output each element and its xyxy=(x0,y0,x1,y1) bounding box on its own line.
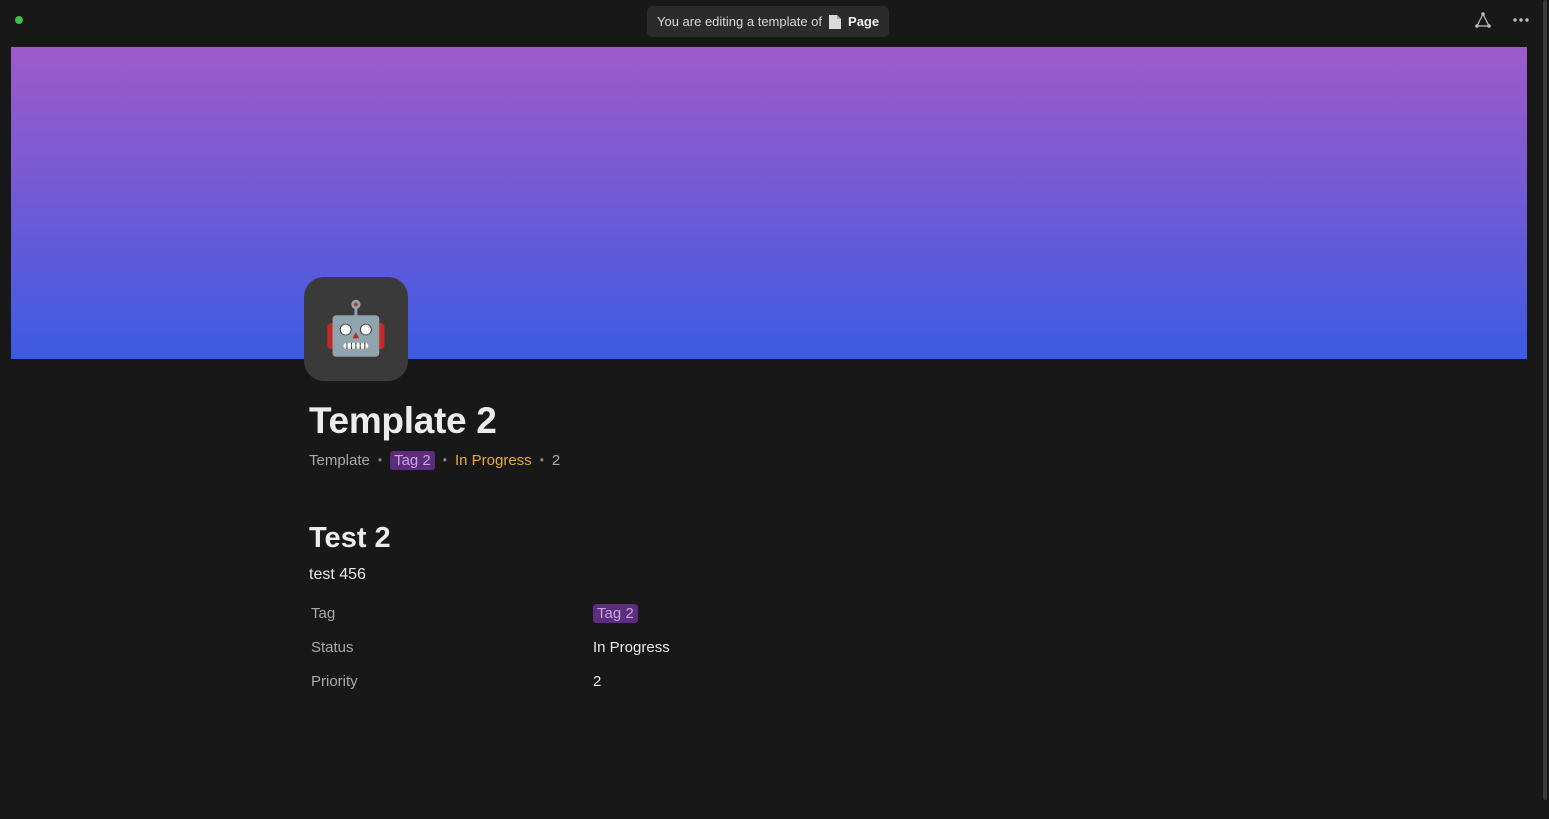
page-title[interactable]: Template 2 xyxy=(309,400,497,442)
body-text[interactable]: test 456 xyxy=(309,566,366,584)
top-bar: You are editing a template of Page xyxy=(0,0,1549,42)
document-icon xyxy=(828,14,842,30)
meta-tag-badge[interactable]: Tag 2 xyxy=(390,450,435,470)
property-tag-badge[interactable]: Tag 2 xyxy=(593,603,638,623)
page-meta-row: Template • Tag 2 • In Progress • 2 xyxy=(309,450,560,470)
property-key: Priority xyxy=(311,672,358,690)
meta-status[interactable]: In Progress xyxy=(455,452,532,469)
property-key: Status xyxy=(311,638,354,656)
meta-separator: • xyxy=(377,453,383,467)
template-banner: You are editing a template of Page xyxy=(647,6,890,37)
sync-status-dot xyxy=(15,16,23,24)
banner-prefix: You are editing a template of xyxy=(657,14,823,29)
cover-image[interactable] xyxy=(11,47,1527,359)
meta-type[interactable]: Template xyxy=(309,452,370,469)
meta-separator: • xyxy=(442,453,447,467)
page-emoji-icon[interactable]: 🤖 xyxy=(304,277,408,381)
property-key: Tag xyxy=(311,604,336,622)
meta-priority[interactable]: 2 xyxy=(552,452,560,469)
property-row-priority: Priority 2 xyxy=(311,664,911,698)
robot-icon: 🤖 xyxy=(323,300,389,358)
meta-separator: • xyxy=(539,453,544,467)
graph-icon[interactable] xyxy=(1473,10,1493,30)
banner-page-name[interactable]: Page xyxy=(848,14,879,29)
more-icon[interactable] xyxy=(1511,10,1531,30)
property-priority-value[interactable]: 2 xyxy=(593,673,601,690)
property-row-status: Status In Progress xyxy=(311,630,911,664)
scrollbar[interactable] xyxy=(1543,0,1547,800)
property-row-tag: Tag Tag 2 xyxy=(311,596,911,630)
property-status-value[interactable]: In Progress xyxy=(593,639,670,656)
section-heading[interactable]: Test 2 xyxy=(309,522,391,555)
properties-table: Tag Tag 2 Status In Progress Priority 2 xyxy=(311,596,911,698)
